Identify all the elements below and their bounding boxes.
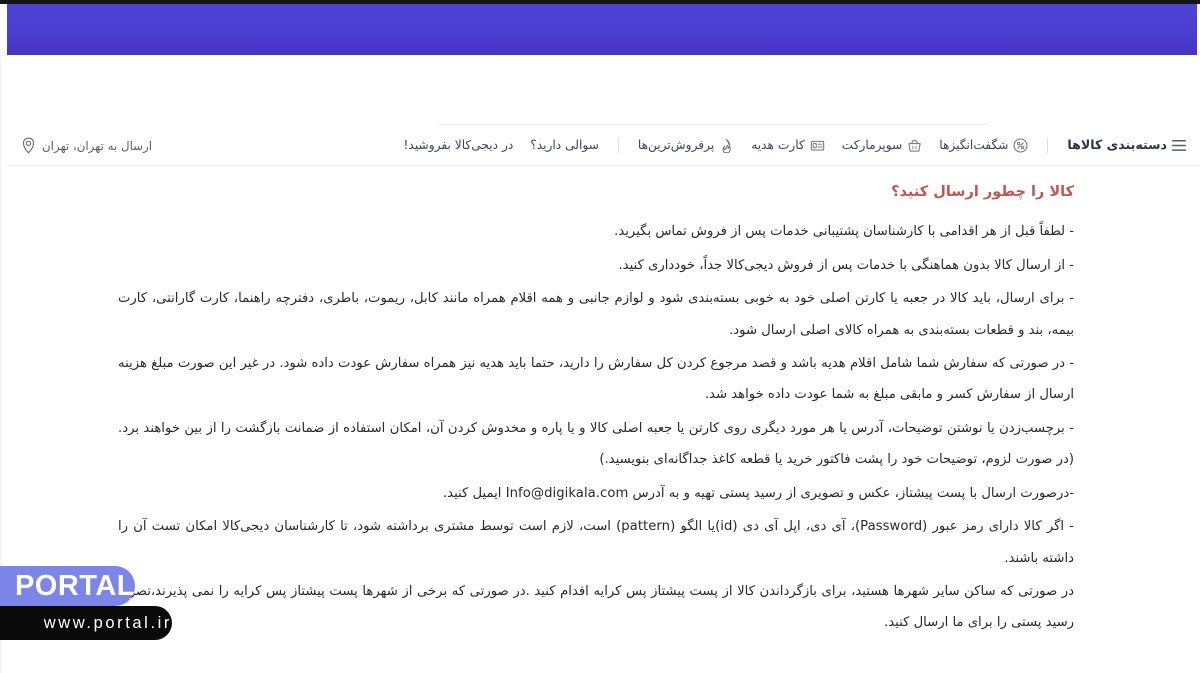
email-line-after: ایمیل کنید. [443,486,506,501]
nav-label-faq: سوالی دارید؟ [530,139,599,151]
basket-icon [907,138,922,153]
nav-label-bestsellers: پرفروش‌ترین‌ها [638,139,714,151]
watermark-url: www.portal.ir [0,606,172,640]
nav-label-sell: در دیجی‌کالا بفروشید! [404,139,514,151]
nav-item-amazing[interactable]: شگفت‌انگیزها [939,138,1028,153]
support-email: Info@digikala.com [506,486,629,501]
nav-items: دسته‌بندی کالاها شگفت‌انگیزها [404,125,1186,166]
watermark-brand-label: PORTAL [15,570,135,603]
nav-label-supermarket: سوپرمارکت [842,139,903,151]
article-paragraph-5: - برچسب‌زدن یا نوشتن توضیحات، آدرس یا هر… [118,413,1074,476]
article-paragraph-email: -درصورت ارسال با پست پیشتاز، عکس و تصویر… [118,478,1074,509]
watermark-url-label: www.portal.ir [44,614,172,633]
nav-item-giftcard[interactable]: کارت هدیه [751,138,825,153]
term-id: id [720,519,732,534]
password-line-part1: - اگر کالا دارای رمز عبور ( [922,519,1074,534]
hamburger-menu-icon [1172,140,1186,151]
nav-item-bestsellers[interactable]: پرفروش‌ترین‌ها [638,138,734,153]
article-paragraph-1: - لطفاً قبل از هر اقدامی با کارشناسان پش… [118,216,1074,247]
site-header: جستجو [7,55,1200,125]
term-password: Password [860,519,922,534]
password-line-part2: )، آی دی، اپل آی دی ( [732,519,860,534]
flame-icon [719,138,734,153]
nav-item-faq[interactable]: سوالی دارید؟ [530,139,599,151]
password-line-part3: )یا الگو ( [670,519,720,534]
nav-label-giftcard: کارت هدیه [751,139,805,151]
article-paragraph-3: - برای ارسال، باید کالا در جعبه یا کارتن… [118,283,1074,346]
email-line-before: -درصورت ارسال با پست پیشتاز، عکس و تصویر… [628,486,1074,501]
shipping-location-label: ارسال به تهران، تهران [42,139,152,153]
nav-item-supermarket[interactable]: سوپرمارکت [842,138,923,153]
nav-label-categories: دسته‌بندی کالاها [1067,139,1167,152]
percent-circle-icon [1013,138,1028,153]
promo-banner[interactable] [0,4,1200,55]
nav-label-amazing: شگفت‌انگیزها [939,139,1008,151]
nav-item-categories[interactable]: دسته‌بندی کالاها [1067,139,1186,152]
article-content: کالا را چطور ارسال کنید؟ - لطفاً قبل از … [0,182,1200,641]
term-pattern: pattern [621,519,670,534]
location-pin-icon [21,137,36,154]
gift-card-icon [810,138,825,153]
page-title: کالا را چطور ارسال کنید؟ [118,182,1074,202]
nav-divider-2 [618,138,619,153]
shipping-location[interactable]: ارسال به تهران، تهران [21,125,152,166]
article-paragraph-2: - از ارسال کالا بدون هماهنگی با خدمات پس… [118,250,1074,281]
banner-left-gutter [0,4,7,55]
article-paragraph-password: - اگر کالا دارای رمز عبور (Password)، آی… [118,511,1074,574]
article-paragraph-4: - در صورتی که سفارش شما شامل اقلام هدیه … [118,348,1074,411]
page-root: جستجو [0,0,1200,673]
article-paragraph-last: در صورتی که ساکن سایر شهرها هستید، برای … [118,576,1074,639]
main-navigation: دسته‌بندی کالاها شگفت‌انگیزها [7,125,1200,166]
watermark-brand: PORTAL [0,566,135,606]
nav-item-sell[interactable]: در دیجی‌کالا بفروشید! [404,139,514,151]
nav-divider-1 [1047,138,1048,153]
